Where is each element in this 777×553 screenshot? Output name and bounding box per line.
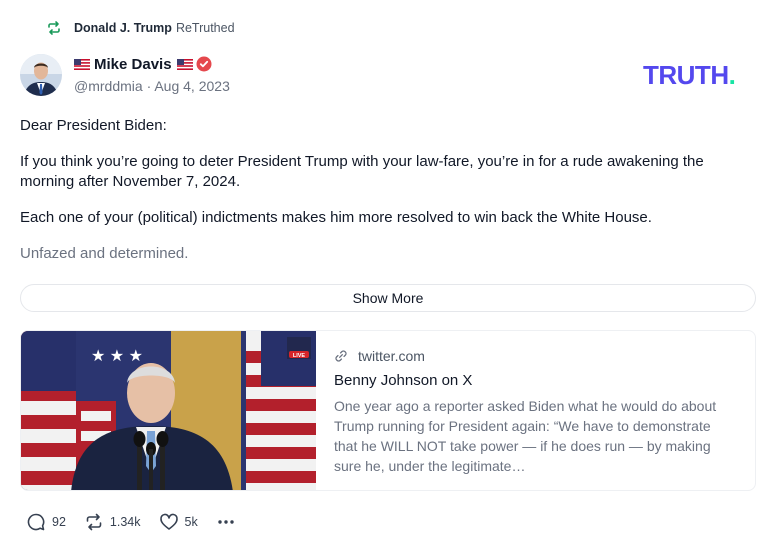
retruth-count: 1.34k: [109, 515, 141, 529]
more-options-button[interactable]: [216, 512, 242, 532]
us-flag-icon: [176, 58, 193, 70]
avatar[interactable]: [20, 54, 62, 96]
reply-count: 92: [52, 515, 66, 529]
post-body: Dear President Biden: If you think you’r…: [20, 116, 760, 280]
post-paragraph: Dear President Biden:: [20, 117, 167, 134]
link-title[interactable]: Benny Johnson on X: [334, 372, 724, 389]
show-more-button[interactable]: Show More: [20, 284, 756, 312]
svg-text:★ ★ ★: ★ ★ ★: [91, 348, 143, 365]
truth-social-logo[interactable]: TRUTH.: [643, 60, 736, 90]
retruth-banner: Donald J. Trump ReTruthed: [46, 19, 235, 37]
link-preview-card[interactable]: ★ ★ ★ ★ ★: [20, 330, 756, 491]
heart-icon: [159, 513, 178, 530]
post-paragraph: If you think you’re going to deter Presi…: [20, 153, 704, 190]
author-meta: @mrddmia · Aug 4, 2023: [74, 78, 230, 94]
post-paragraph: Unfazed and determined.: [20, 245, 189, 262]
link-description: One year ago a reporter asked Biden what…: [334, 398, 717, 474]
post-date[interactable]: Aug 4, 2023: [154, 78, 230, 94]
retruth-user-link[interactable]: Donald J. Trump: [74, 21, 172, 35]
author-name[interactable]: Mike Davis: [94, 56, 172, 73]
like-count: 5k: [184, 515, 198, 529]
like-button[interactable]: 5k: [159, 512, 198, 532]
us-flag-icon: [74, 58, 90, 70]
link-preview-image: ★ ★ ★ ★ ★: [21, 331, 316, 490]
ellipsis-icon: [218, 520, 234, 524]
reply-button[interactable]: 92: [26, 512, 66, 532]
reply-icon: [27, 513, 45, 531]
post-actions: 92 1.34k 5k: [26, 512, 260, 532]
post-author: Mike Davis @mrddmia · Aug 4, 2023: [20, 54, 230, 96]
logo-dot: .: [728, 60, 736, 90]
retruth-icon: [86, 513, 102, 531]
retruth-icon: [48, 21, 60, 35]
retruth-label: ReTruthed: [175, 21, 235, 35]
verified-badge-icon: [196, 56, 212, 72]
link-icon: [335, 350, 347, 362]
link-domain: twitter.com: [358, 348, 425, 364]
retruth-button[interactable]: 1.34k: [84, 512, 141, 532]
live-badge: LIVE: [293, 353, 306, 359]
post-paragraph: Each one of your (political) indictments…: [20, 209, 652, 226]
author-handle[interactable]: @mrddmia: [74, 78, 143, 94]
link-preview-text: twitter.com Benny Johnson on X One year …: [316, 331, 740, 490]
logo-text: TRUTH: [643, 60, 729, 90]
